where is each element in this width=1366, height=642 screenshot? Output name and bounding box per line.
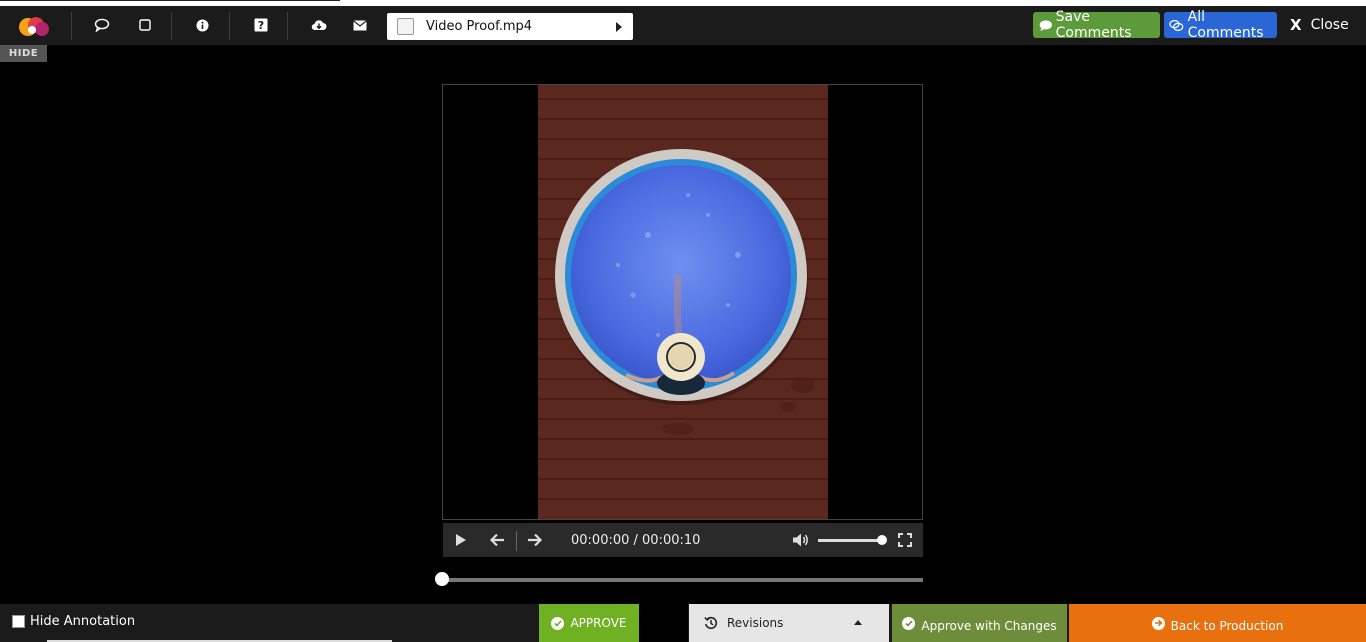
close-label: Close (1310, 17, 1349, 33)
comments-icon (1169, 19, 1184, 31)
toolbar-separator (171, 12, 172, 40)
volume-icon (793, 533, 808, 547)
approve-button[interactable]: APPROVE (539, 604, 639, 642)
hide-label: HIDE (8, 48, 39, 59)
button-gap (639, 604, 688, 642)
toolbar-separator (287, 12, 288, 40)
toolbar-separator (229, 12, 230, 40)
checkbox-box[interactable] (12, 615, 25, 628)
arrow-right-icon (528, 533, 543, 547)
file-select-value: Video Proof.mp4 (426, 19, 533, 34)
approve-changes-label: Approve with Changes (921, 618, 1057, 633)
caret-right-icon (616, 21, 622, 32)
close-icon: X (1290, 16, 1302, 34)
back-to-production-button[interactable]: Back to Production (1069, 604, 1366, 642)
mute-button[interactable] (789, 523, 813, 557)
save-comments-button[interactable]: Save Comments (1033, 9, 1160, 41)
envelope-icon[interactable] (349, 14, 371, 36)
volume-slider[interactable] (818, 539, 884, 542)
toolbar-separator (71, 12, 72, 40)
toolbar: ? Video Proof.mp4 Save Comments All Comm… (0, 6, 1366, 45)
fullscreen-icon (898, 533, 912, 547)
revisions-label: Revisions (727, 616, 784, 630)
video-player[interactable] (442, 84, 923, 520)
volume-slider-handle[interactable] (877, 535, 887, 545)
save-comments-label: Save Comments (1055, 9, 1132, 41)
approve-label: APPROVE (570, 616, 627, 630)
arrow-left-icon (489, 533, 504, 547)
history-icon (704, 616, 718, 630)
hide-annotation-label: Hide Annotation (30, 614, 136, 629)
back-production-label: Back to Production (1170, 618, 1284, 633)
help-icon[interactable]: ? (250, 14, 272, 36)
file-thumbnail (397, 18, 414, 35)
cloud-download-icon[interactable] (308, 14, 330, 36)
step-forward-button[interactable] (523, 523, 547, 557)
seek-bar[interactable] (442, 578, 923, 582)
check-circle-icon (551, 616, 565, 630)
bottom-bar: Hide Annotation APPROVE Revisions Approv… (0, 604, 1366, 642)
play-button[interactable] (449, 523, 473, 557)
play-icon (456, 534, 466, 546)
svg-text:?: ? (258, 19, 264, 32)
video-controls: 00:00:00 / 00:00:10 (443, 523, 923, 557)
approve-with-changes-button[interactable]: Approve with Changes (892, 604, 1067, 642)
all-comments-button[interactable]: All Comments (1164, 9, 1277, 41)
file-select[interactable]: Video Proof.mp4 (387, 13, 633, 40)
controls-separator (516, 531, 517, 551)
fullscreen-button[interactable] (893, 523, 917, 557)
hide-panel-button[interactable]: HIDE (0, 45, 47, 62)
close-button[interactable]: X Close (1290, 12, 1358, 38)
caret-up-icon (854, 620, 862, 625)
hide-annotation-checkbox[interactable]: Hide Annotation (12, 614, 135, 629)
revisions-dropdown[interactable]: Revisions (689, 604, 889, 642)
comment-bubble-icon[interactable] (91, 14, 113, 36)
all-comments-label: All Comments (1187, 9, 1264, 41)
app-logo[interactable] (12, 10, 54, 40)
seek-bar-handle[interactable] (435, 572, 449, 586)
arrow-circle-right-icon (1151, 616, 1165, 630)
step-back-button[interactable] (485, 523, 509, 557)
rectangle-icon[interactable] (134, 14, 156, 36)
info-icon[interactable] (191, 14, 213, 36)
video-frame-image (538, 85, 828, 519)
time-display: 00:00:00 / 00:00:10 (571, 532, 701, 548)
comment-icon (1039, 19, 1053, 31)
check-circle-icon (902, 616, 916, 630)
